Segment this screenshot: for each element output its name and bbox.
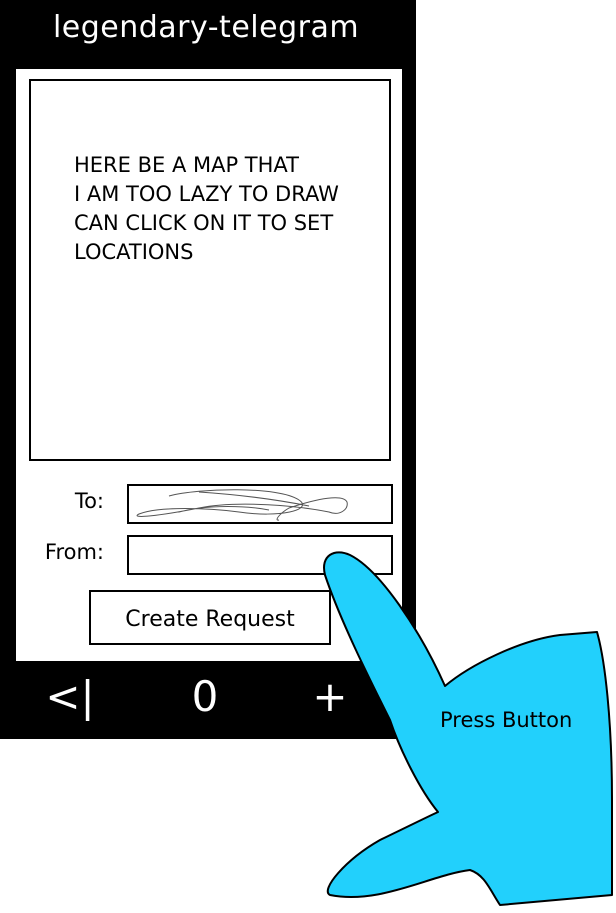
map-text-line: CAN CLICK ON IT TO SET (74, 211, 334, 235)
to-field[interactable] (127, 484, 393, 524)
map-text-line: I AM TOO LAZY TO DRAW (74, 182, 339, 206)
map-text-line: HERE BE A MAP THAT (74, 153, 299, 177)
map-text-line: LOCATIONS (74, 240, 194, 264)
nav-count-button[interactable]: 0 (165, 672, 245, 722)
to-label: To: (74, 489, 104, 513)
phone-frame: legendary-telegram HERE BE A MAP THAT I … (0, 0, 416, 739)
press-button-annotation: Press Button (440, 708, 573, 732)
map-area[interactable]: HERE BE A MAP THAT I AM TOO LAZY TO DRAW… (29, 79, 391, 461)
nav-back-button[interactable]: <| (30, 672, 110, 722)
scribble-value (136, 489, 348, 521)
app-title: legendary-telegram (52, 10, 360, 45)
create-request-button[interactable]: Create Request (89, 590, 331, 645)
from-field[interactable] (127, 535, 393, 575)
map-placeholder-text: HERE BE A MAP THAT I AM TOO LAZY TO DRAW… (74, 151, 384, 267)
from-label: From: (44, 540, 104, 564)
nav-add-button[interactable]: + (290, 672, 370, 722)
app-screen: HERE BE A MAP THAT I AM TOO LAZY TO DRAW… (16, 69, 402, 661)
